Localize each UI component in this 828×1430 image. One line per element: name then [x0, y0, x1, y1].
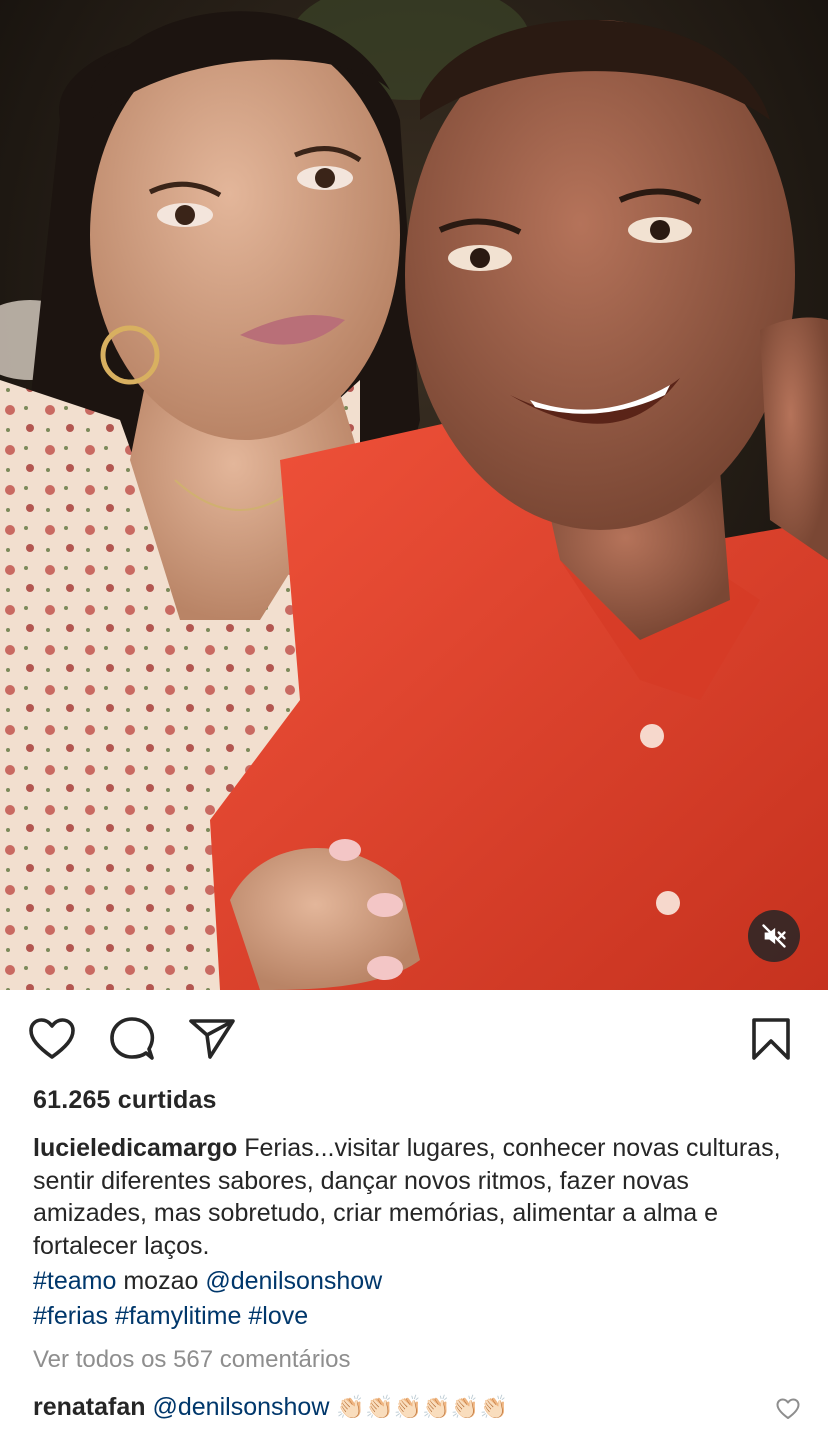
hashtag-link[interactable]: #love	[248, 1302, 308, 1330]
comment-preview: renatafan @denilsonshow 👏🏻👏🏻👏🏻👏🏻👏🏻👏🏻	[33, 1390, 508, 1424]
paper-plane-icon	[189, 1019, 235, 1059]
post-photo[interactable]	[0, 0, 828, 990]
comment-bubble-icon	[110, 1017, 155, 1060]
caption-tags-line-2: #ferias #famylitime #love	[33, 1299, 308, 1333]
heart-icon	[29, 1018, 75, 1059]
caption-tags-line-1: #teamo mozao @denilsonshow	[33, 1264, 382, 1298]
instagram-post: 61.265 curtidas lucieledicamargo Ferias.…	[0, 0, 828, 1430]
hashtag-link[interactable]: #famylitime	[115, 1302, 241, 1330]
caption-word: mozao	[123, 1267, 199, 1295]
mute-toggle-button[interactable]	[748, 910, 800, 962]
comment-button[interactable]	[107, 1012, 157, 1066]
hashtag-link[interactable]: #teamo	[33, 1267, 116, 1295]
likes-count[interactable]: 61.265 curtidas	[33, 1086, 217, 1115]
share-button[interactable]	[187, 1012, 237, 1066]
like-button[interactable]	[27, 1012, 77, 1066]
hashtag-link[interactable]: #ferias	[33, 1302, 108, 1330]
mention-link[interactable]: @denilsonshow	[205, 1267, 382, 1295]
photo-illustration	[0, 0, 828, 990]
comment-mention-link[interactable]: @denilsonshow	[153, 1393, 330, 1421]
comment-like-button[interactable]	[775, 1396, 801, 1422]
caption-username[interactable]: lucieledicamargo	[33, 1134, 237, 1162]
bookmark-icon	[752, 1018, 790, 1060]
post-caption: lucieledicamargo Ferias...visitar lugare…	[33, 1132, 803, 1262]
post-action-bar	[0, 1012, 828, 1068]
small-heart-icon	[776, 1398, 800, 1419]
clapping-emojis: 👏🏻👏🏻👏🏻👏🏻👏🏻👏🏻	[336, 1394, 509, 1420]
view-all-comments-link[interactable]: Ver todos os 567 comentários	[33, 1346, 351, 1374]
speaker-muted-icon	[762, 924, 786, 948]
comment-username[interactable]: renatafan	[33, 1393, 146, 1421]
save-button[interactable]	[746, 1012, 796, 1066]
